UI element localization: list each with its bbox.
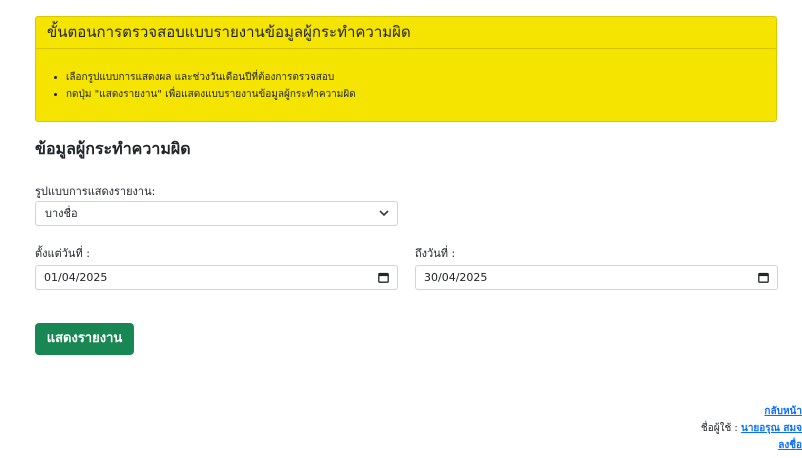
calendar-icon[interactable]	[378, 272, 389, 283]
user-name-link[interactable]: นายอรุณ สมจ	[741, 423, 802, 434]
instructions-panel: ขั้นตอนการตรวจสอบแบบรายงานข้อมูลผู้กระทำ…	[35, 16, 777, 122]
user-label: ชื่อผู้ใช้ :	[700, 423, 738, 434]
from-date-input[interactable]: 01/04/2025	[35, 265, 398, 290]
from-date-label: ตั้งแต่วันที่ :	[35, 247, 90, 260]
instructions-list: เลือกรูปแบบการแสดงผล และช่วงวันเดือนปีที…	[36, 69, 356, 103]
format-select-value: บางชื่อ	[45, 207, 78, 220]
from-date-value: 01/04/2025	[44, 271, 108, 284]
to-date-input[interactable]: 30/04/2025	[415, 265, 778, 290]
chevron-down-icon	[379, 210, 389, 217]
logout-link[interactable]: ลงชื่อ	[778, 440, 802, 451]
to-date-value: 30/04/2025	[424, 271, 488, 284]
show-report-button[interactable]: แสดงรายงาน	[35, 323, 134, 355]
instruction-step: กดปุ่ม "แสดงรายงาน" เพื่อแสดงแบบรายงานข้…	[66, 86, 356, 103]
format-label: รูปแบบการแสดงรายงาน:	[35, 185, 156, 198]
calendar-icon[interactable]	[758, 272, 769, 283]
footer-user: ชื่อผู้ใช้ : นายอรุณ สมจ	[701, 421, 802, 436]
section-title: ข้อมูลผู้กระทำความผิด	[35, 139, 191, 158]
footer-logout: ลงชื่อ	[778, 438, 802, 453]
back-link[interactable]: กลับหน้า	[764, 406, 802, 417]
format-select[interactable]: บางชื่อ	[35, 201, 398, 226]
instruction-step: เลือกรูปแบบการแสดงผล และช่วงวันเดือนปีที…	[66, 69, 356, 86]
to-date-label: ถึงวันที่ :	[415, 247, 456, 260]
instructions-title: ขั้นตอนการตรวจสอบแบบรายงานข้อมูลผู้กระทำ…	[36, 17, 776, 49]
footer-back: กลับหน้า	[764, 404, 802, 419]
